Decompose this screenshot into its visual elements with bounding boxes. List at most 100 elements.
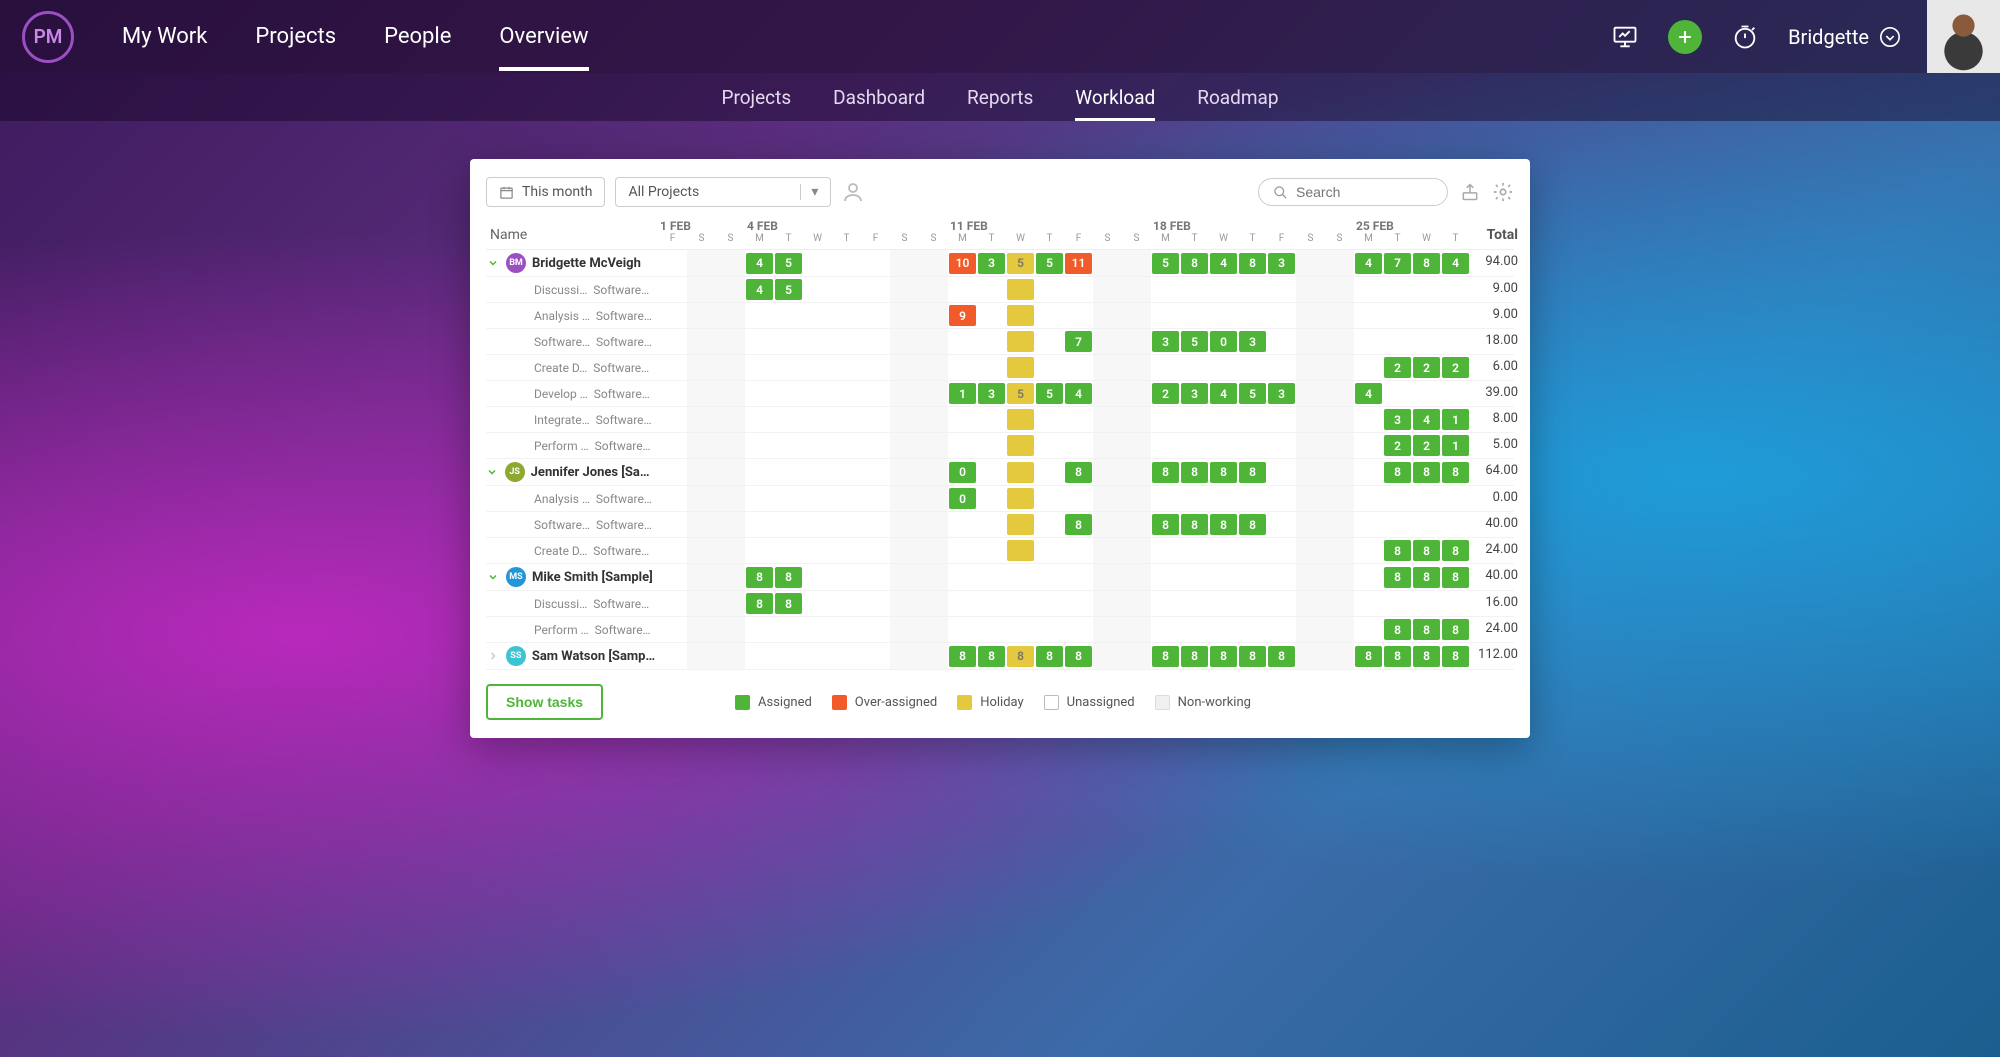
workload-cell[interactable]: 0: [1209, 329, 1238, 354]
workload-cell[interactable]: [1296, 459, 1325, 485]
workload-cell[interactable]: [1151, 617, 1180, 642]
workload-cell[interactable]: 2: [1412, 355, 1441, 380]
workload-cell[interactable]: 7: [1383, 250, 1412, 276]
workload-cell[interactable]: [919, 303, 948, 328]
workload-cell[interactable]: [1296, 355, 1325, 380]
workload-cell[interactable]: [919, 381, 948, 406]
workload-cell[interactable]: [1006, 564, 1035, 590]
workload-cell[interactable]: [1064, 486, 1093, 511]
workload-cell[interactable]: [1325, 381, 1354, 406]
workload-cell[interactable]: 8: [774, 564, 803, 590]
workload-cell[interactable]: [1093, 617, 1122, 642]
workload-cell[interactable]: [861, 643, 890, 669]
workload-cell[interactable]: [716, 486, 745, 511]
workload-cell[interactable]: [658, 459, 687, 485]
workload-cell[interactable]: [1093, 329, 1122, 354]
workload-cell[interactable]: [1151, 355, 1180, 380]
workload-cell[interactable]: [687, 355, 716, 380]
workload-cell[interactable]: 2: [1151, 381, 1180, 406]
workload-cell[interactable]: [1122, 303, 1151, 328]
workload-cell[interactable]: [1238, 433, 1267, 458]
workload-cell[interactable]: 8: [1238, 250, 1267, 276]
workload-cell[interactable]: [1151, 277, 1180, 302]
workload-cell[interactable]: [1122, 486, 1151, 511]
workload-cell[interactable]: [1209, 277, 1238, 302]
workload-cell[interactable]: [1325, 329, 1354, 354]
workload-cell[interactable]: [890, 512, 919, 537]
workload-cell[interactable]: [832, 250, 861, 276]
workload-cell[interactable]: 8: [1180, 459, 1209, 485]
workload-cell[interactable]: [1238, 407, 1267, 432]
workload-cell[interactable]: [1209, 433, 1238, 458]
workload-cell[interactable]: 5: [1006, 381, 1035, 406]
workload-cell[interactable]: 8: [774, 591, 803, 616]
workload-cell[interactable]: 5: [774, 277, 803, 302]
workload-cell[interactable]: [1325, 355, 1354, 380]
workload-cell[interactable]: [1180, 564, 1209, 590]
workload-cell[interactable]: [687, 303, 716, 328]
workload-cell[interactable]: [1093, 538, 1122, 563]
settings-icon[interactable]: [1492, 181, 1514, 203]
workload-cell[interactable]: [745, 538, 774, 563]
workload-cell[interactable]: [1325, 459, 1354, 485]
workload-cell[interactable]: [658, 250, 687, 276]
workload-cell[interactable]: [890, 407, 919, 432]
workload-cell[interactable]: [1151, 538, 1180, 563]
workload-cell[interactable]: [1122, 433, 1151, 458]
workload-cell[interactable]: 3: [1151, 329, 1180, 354]
workload-cell[interactable]: [774, 643, 803, 669]
presentation-icon[interactable]: [1608, 20, 1642, 54]
workload-cell[interactable]: [1180, 355, 1209, 380]
workload-cell[interactable]: [861, 329, 890, 354]
workload-cell[interactable]: [977, 355, 1006, 380]
workload-cell[interactable]: [890, 277, 919, 302]
workload-cell[interactable]: [1325, 512, 1354, 537]
workload-cell[interactable]: [1267, 433, 1296, 458]
workload-cell[interactable]: 5: [1151, 250, 1180, 276]
workload-cell[interactable]: [832, 355, 861, 380]
workload-cell[interactable]: [977, 564, 1006, 590]
workload-cell[interactable]: 8: [1151, 459, 1180, 485]
workload-cell[interactable]: [1035, 407, 1064, 432]
workload-cell[interactable]: [658, 433, 687, 458]
workload-cell[interactable]: [1093, 433, 1122, 458]
workload-cell[interactable]: 1: [948, 381, 977, 406]
export-icon[interactable]: [1460, 182, 1480, 202]
workload-cell[interactable]: [1122, 381, 1151, 406]
workload-cell[interactable]: [861, 459, 890, 485]
workload-cell[interactable]: [658, 564, 687, 590]
workload-cell[interactable]: [803, 591, 832, 616]
workload-cell[interactable]: [1006, 486, 1035, 511]
workload-cell[interactable]: [1296, 433, 1325, 458]
workload-cell[interactable]: [832, 277, 861, 302]
workload-cell[interactable]: [890, 591, 919, 616]
workload-cell[interactable]: [1296, 407, 1325, 432]
workload-cell[interactable]: [861, 250, 890, 276]
workload-cell[interactable]: [1325, 617, 1354, 642]
workload-cell[interactable]: 8: [1441, 459, 1470, 485]
workload-cell[interactable]: [1006, 512, 1035, 537]
workload-cell[interactable]: [919, 329, 948, 354]
workload-cell[interactable]: 8: [1441, 538, 1470, 563]
period-picker[interactable]: This month: [486, 177, 605, 207]
user-menu[interactable]: Bridgette: [1788, 25, 1901, 49]
workload-cell[interactable]: [832, 564, 861, 590]
workload-cell[interactable]: [1006, 617, 1035, 642]
workload-cell[interactable]: [1006, 355, 1035, 380]
workload-cell[interactable]: [1267, 512, 1296, 537]
workload-cell[interactable]: [1383, 381, 1412, 406]
workload-cell[interactable]: [1354, 459, 1383, 485]
workload-cell[interactable]: [1064, 564, 1093, 590]
workload-cell[interactable]: [1296, 564, 1325, 590]
search-input[interactable]: [1296, 184, 1426, 200]
workload-cell[interactable]: [1180, 277, 1209, 302]
workload-cell[interactable]: [1354, 355, 1383, 380]
workload-cell[interactable]: 8: [1238, 512, 1267, 537]
workload-cell[interactable]: [1296, 617, 1325, 642]
workload-cell[interactable]: [1267, 617, 1296, 642]
workload-cell[interactable]: [1441, 381, 1470, 406]
subnav-item-projects[interactable]: Projects: [721, 74, 791, 121]
workload-cell[interactable]: [919, 617, 948, 642]
nav-item-overview[interactable]: Overview: [499, 2, 588, 71]
workload-cell[interactable]: [803, 433, 832, 458]
